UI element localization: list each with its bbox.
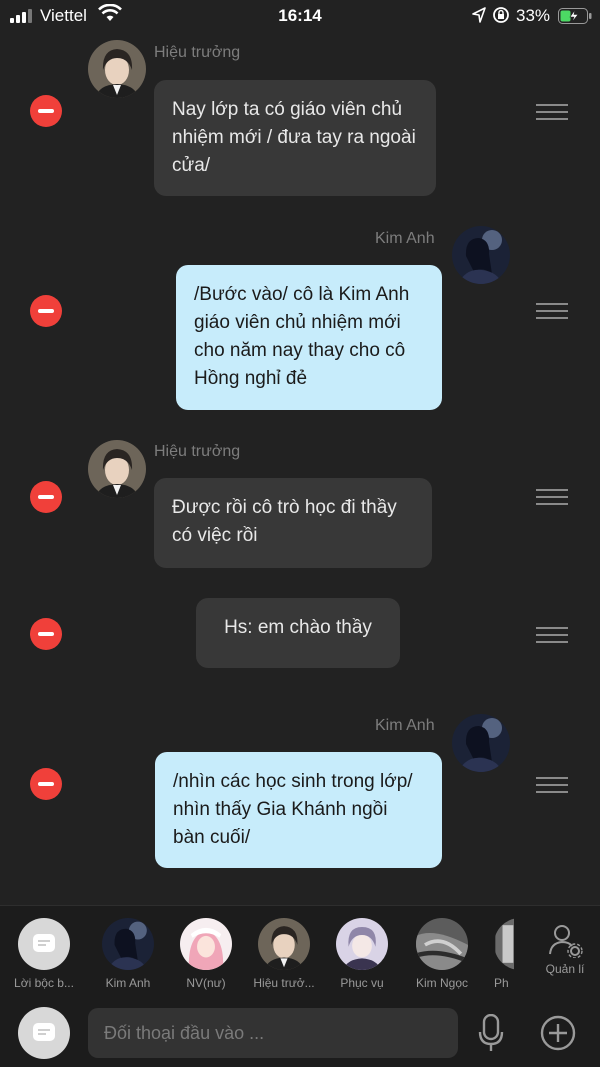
drag-handle-icon[interactable]	[536, 777, 568, 795]
narration-bubble-icon	[18, 918, 70, 970]
battery-charging-icon	[558, 8, 592, 24]
character-label: NV(nư)	[186, 976, 226, 990]
kim-ngoc-avatar	[416, 918, 468, 970]
character-nv-nu[interactable]: NV(nư)	[170, 918, 242, 990]
rotation-lock-icon	[493, 7, 509, 23]
principal-avatar[interactable]	[88, 40, 146, 98]
input-bar	[0, 1000, 600, 1067]
microphone-icon[interactable]	[478, 1014, 504, 1052]
user-settings-icon	[549, 925, 583, 958]
drag-handle-icon[interactable]	[536, 303, 568, 321]
kim-anh-avatar[interactable]	[452, 226, 510, 284]
manager-button[interactable]: Quản lí	[538, 922, 592, 976]
drag-handle-icon[interactable]	[536, 627, 568, 645]
remove-message-button[interactable]	[30, 295, 62, 327]
narration-bubble[interactable]: Hs: em chào thầy	[196, 598, 400, 668]
narration-toggle-button[interactable]	[18, 1007, 70, 1059]
character-kim-ngoc[interactable]: Kim Ngọc	[406, 918, 478, 990]
principal-avatar[interactable]	[88, 440, 146, 498]
message-bubble[interactable]: Được rồi cô trò học đi thầy có việc rồi	[154, 478, 432, 568]
dialogue-input[interactable]	[88, 1008, 458, 1058]
sender-name: Hiệu trưởng	[154, 44, 241, 61]
kim-anh-avatar	[102, 918, 154, 970]
remove-message-button[interactable]	[30, 481, 62, 513]
character-label: Kim Ngọc	[415, 976, 468, 990]
character-label: Phục vụ	[340, 976, 384, 990]
character-kim-anh[interactable]: Kim Anh	[92, 918, 164, 990]
message-bubble[interactable]: /Bước vào/ cô là Kim Anh giáo viên chủ n…	[176, 265, 442, 410]
remove-message-button[interactable]	[30, 95, 62, 127]
character-partial[interactable]: Ph	[480, 918, 514, 990]
character-label: Hiệu trưở...	[253, 976, 315, 990]
partial-avatar	[494, 918, 514, 970]
drag-handle-icon[interactable]	[536, 489, 568, 507]
kim-anh-avatar[interactable]	[452, 714, 510, 772]
character-narration[interactable]: Lời bộc b...	[8, 918, 80, 990]
character-principal[interactable]: Hiệu trưở...	[248, 918, 320, 990]
character-selector: Lời bộc b... Kim Anh NV(nư) Hiệu trưở...…	[0, 905, 600, 1000]
pink-hair-avatar	[180, 918, 232, 970]
sender-name: Hiệu trưởng	[154, 443, 241, 460]
remove-message-button[interactable]	[30, 618, 62, 650]
remove-message-button[interactable]	[30, 768, 62, 800]
principal-avatar	[258, 918, 310, 970]
sender-name: Kim Anh	[375, 230, 435, 247]
character-label: Lời bộc b...	[14, 976, 74, 990]
add-icon[interactable]	[540, 1015, 576, 1051]
message-bubble[interactable]: Nay lớp ta có giáo viên chủ nhiệm mới / …	[154, 80, 436, 196]
character-label: Kim Anh	[105, 976, 151, 990]
location-arrow-icon	[472, 7, 486, 23]
message-bubble[interactable]: /nhìn các học sinh trong lớp/ nhìn thấy …	[155, 752, 442, 868]
drag-handle-icon[interactable]	[536, 104, 568, 122]
character-phuc-vu[interactable]: Phục vụ	[326, 918, 398, 990]
waiter-avatar	[336, 918, 388, 970]
sender-name: Kim Anh	[375, 717, 435, 734]
status-time: 16:14	[278, 6, 322, 25]
manager-label: Quản lí	[545, 962, 585, 976]
status-bar: Viettel 16:14 33%	[0, 0, 600, 32]
battery-percent: 33%	[516, 6, 551, 25]
character-label: Ph	[494, 976, 509, 990]
